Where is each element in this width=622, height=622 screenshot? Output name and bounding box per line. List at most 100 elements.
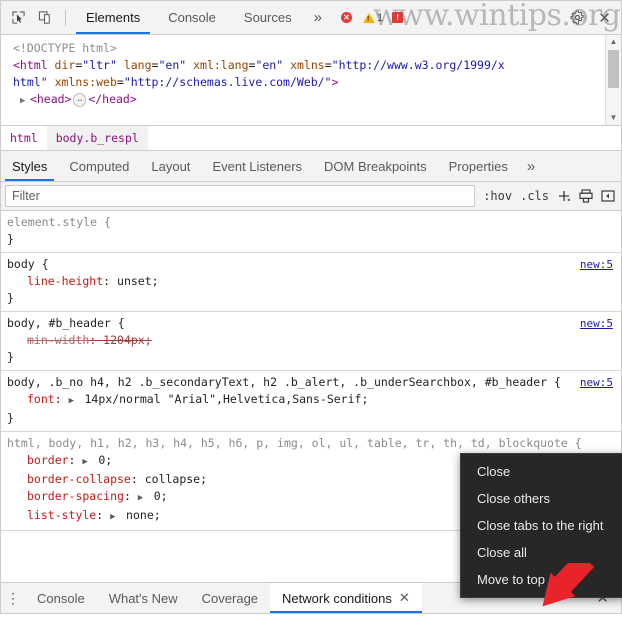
- breadcrumb: html body.b_respl: [1, 126, 621, 151]
- expand-shorthand-icon[interactable]: ▶: [138, 490, 147, 507]
- xmlns-value-wrap: html": [13, 75, 48, 89]
- declaration-value[interactable]: unset: [117, 274, 152, 288]
- attr-xmlns-value: "http://www.w3.org/1999/x: [331, 58, 505, 72]
- declaration-property[interactable]: border-spacing: [27, 489, 124, 503]
- declaration-property[interactable]: border-collapse: [27, 472, 131, 486]
- warning-count: 1: [376, 11, 384, 24]
- main-toolbar: Elements Console Sources » ✕ ! 1 ! ✕ www…: [1, 0, 621, 35]
- rule-close-brace: }: [7, 350, 14, 364]
- warning-badge[interactable]: ! 1: [360, 11, 386, 25]
- dom-tree-scrollbar[interactable]: ▲ ▼: [605, 35, 621, 125]
- error-icon: ✕: [340, 12, 352, 23]
- rule-close-brace: }: [7, 291, 14, 305]
- context-menu-item-close-tabs-right[interactable]: Close tabs to the right: [461, 512, 622, 539]
- style-rule-body-bheader[interactable]: body, #b_header { new:5 min-width: 1204p…: [1, 312, 621, 371]
- selector-text[interactable]: html, body, h1, h2, h3, h4, h5, h6, p, i…: [7, 435, 613, 452]
- context-menu-item-close-all[interactable]: Close all: [461, 539, 622, 566]
- attr-dir-name: dir: [54, 58, 76, 72]
- selector-text[interactable]: body {: [7, 256, 572, 273]
- inspect-element-icon[interactable]: [5, 5, 32, 31]
- selector-text[interactable]: element.style {: [7, 214, 613, 231]
- head-collapsed-ellipsis[interactable]: …: [73, 92, 87, 107]
- expand-shorthand-icon[interactable]: ▶: [82, 454, 91, 471]
- tab-elements[interactable]: Elements: [72, 1, 154, 34]
- context-menu-item-move-to-top[interactable]: Move to top: [461, 566, 622, 593]
- filter-input[interactable]: [5, 185, 476, 207]
- style-rule-element-style[interactable]: element.style { }: [1, 211, 621, 253]
- style-source-link[interactable]: new:5: [580, 256, 613, 273]
- attr-xmlnsweb-name: xmlns:web: [54, 75, 117, 89]
- issues-badge[interactable]: !: [389, 11, 408, 24]
- declaration-property[interactable]: font: [27, 392, 55, 406]
- declaration-disabled[interactable]: min-width: 1204px;: [1, 332, 621, 349]
- dom-tree-code[interactable]: <!DOCTYPE html> <html dir="ltr" lang="en…: [1, 35, 621, 110]
- toolbar-right-actions: ✕: [564, 5, 621, 31]
- tab-styles[interactable]: Styles: [1, 151, 58, 181]
- head-expand-twisty[interactable]: ▶: [20, 93, 30, 110]
- close-devtools-glyph: ✕: [598, 9, 611, 27]
- declaration-property[interactable]: list-style: [27, 508, 96, 522]
- drawer-tab-close-icon[interactable]: ✕: [399, 590, 410, 606]
- context-menu-item-close-others[interactable]: Close others: [461, 485, 622, 512]
- toggle-sidebar-icon[interactable]: [597, 186, 619, 206]
- context-menu-item-close[interactable]: Close: [461, 458, 622, 485]
- tab-event-listeners[interactable]: Event Listeners: [201, 151, 313, 181]
- close-devtools-icon[interactable]: ✕: [591, 5, 618, 31]
- declaration-property[interactable]: border: [27, 453, 69, 467]
- declaration-value[interactable]: 0: [154, 489, 161, 503]
- drawer-tab-network-conditions[interactable]: Network conditions ✕: [270, 583, 422, 613]
- declaration-property[interactable]: line-height: [27, 274, 103, 288]
- scroll-down-arrow[interactable]: ▼: [610, 111, 618, 125]
- scroll-up-arrow[interactable]: ▲: [610, 35, 618, 49]
- style-source-link[interactable]: new:5: [580, 315, 613, 332]
- declaration-value[interactable]: collapse: [145, 472, 200, 486]
- sidebar-tabs-overflow-icon[interactable]: »: [519, 151, 543, 181]
- selector-text[interactable]: body, .b_no h4, h2 .b_secondaryText, h2 …: [7, 374, 572, 391]
- drawer-tab-whats-new[interactable]: What's New: [97, 583, 190, 613]
- hov-button[interactable]: :hov: [479, 187, 516, 205]
- drawer-tab-network-conditions-label: Network conditions: [282, 590, 392, 606]
- tab-dom-breakpoints[interactable]: DOM Breakpoints: [313, 151, 438, 181]
- attr-lang-value: "en": [158, 58, 187, 72]
- tab-layout[interactable]: Layout: [140, 151, 201, 181]
- declaration[interactable]: line-height: unset;: [1, 273, 621, 290]
- style-source-link[interactable]: new:5: [580, 374, 613, 391]
- tab-context-menu: Close Close others Close tabs to the rig…: [460, 453, 622, 598]
- declaration-value[interactable]: 1204px: [103, 333, 145, 347]
- expand-shorthand-icon[interactable]: ▶: [69, 393, 78, 410]
- expand-shorthand-icon[interactable]: ▶: [110, 509, 119, 526]
- more-options-icon[interactable]: ⋮: [1, 583, 25, 613]
- breadcrumb-item-body[interactable]: body.b_respl: [46, 126, 148, 150]
- doctype-line: <!DOCTYPE html>: [13, 41, 117, 55]
- cls-button[interactable]: .cls: [516, 187, 553, 205]
- style-rule-font[interactable]: body, .b_no h4, h2 .b_secondaryText, h2 …: [1, 371, 621, 432]
- tab-properties[interactable]: Properties: [438, 151, 519, 181]
- html-open-tag: <html: [13, 58, 55, 72]
- drawer-tab-console[interactable]: Console: [25, 583, 97, 613]
- error-badge[interactable]: ✕: [338, 11, 357, 24]
- sidebar-tabs-overflow-label: »: [526, 157, 536, 175]
- attr-lang-name: lang: [123, 58, 152, 72]
- tab-sources[interactable]: Sources: [230, 1, 306, 34]
- drawer-tab-coverage[interactable]: Coverage: [190, 583, 270, 613]
- declaration-property[interactable]: min-width: [27, 333, 89, 347]
- scrollbar-thumb[interactable]: [608, 50, 619, 88]
- style-rule-body[interactable]: body { new:5 line-height: unset; }: [1, 253, 621, 312]
- new-style-rule-button[interactable]: [553, 186, 575, 206]
- declaration-value[interactable]: none: [126, 508, 154, 522]
- print-media-icon[interactable]: [575, 186, 597, 206]
- device-toolbar-icon[interactable]: [32, 5, 59, 31]
- warning-icon: !: [362, 12, 375, 23]
- declaration-value[interactable]: 14px/normal "Arial",Helvetica,Sans-Serif: [85, 392, 362, 406]
- breadcrumb-item-html[interactable]: html: [1, 126, 47, 150]
- tab-console[interactable]: Console: [154, 1, 230, 34]
- selector-text[interactable]: body, #b_header {: [7, 315, 572, 332]
- declaration[interactable]: font: ▶ 14px/normal "Arial",Helvetica,Sa…: [1, 391, 621, 410]
- tab-computed[interactable]: Computed: [58, 151, 140, 181]
- declaration-value[interactable]: 0: [98, 453, 105, 467]
- main-tabs-overflow-icon[interactable]: »: [306, 1, 330, 34]
- attr-xmlnsweb-value: "http://schemas.live.com/Web/": [123, 75, 332, 89]
- gear-icon[interactable]: [564, 5, 591, 31]
- attr-xmlns-name: xmlns: [290, 58, 325, 72]
- main-panel-tabs: Elements Console Sources »: [72, 1, 330, 34]
